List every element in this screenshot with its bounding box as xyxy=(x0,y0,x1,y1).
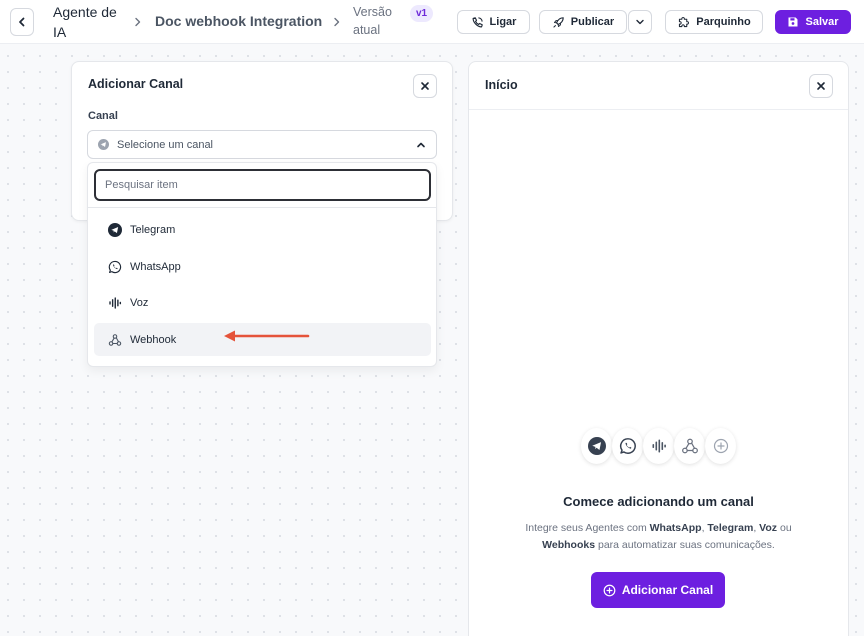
plus-circle-icon xyxy=(603,584,616,596)
top-bar: Agente de IA Doc webhook Integration Ver… xyxy=(0,0,864,44)
salvar-button-label: Salvar xyxy=(805,16,839,28)
chevron-up-icon xyxy=(417,142,425,148)
add-channel-button[interactable]: Adicionar Canal xyxy=(591,572,725,608)
add-channel-title: Adicionar Canal xyxy=(88,77,184,91)
add-channel-button-label: Adicionar Canal xyxy=(621,583,714,597)
empty-state-description: Integre seus Agentes com WhatsApp, Teleg… xyxy=(518,520,799,554)
dropdown-item-label: Webhook xyxy=(130,333,177,346)
channel-icons-row xyxy=(577,426,740,466)
webhook-icon xyxy=(108,333,122,346)
publicar-button-label: Publicar xyxy=(570,16,615,28)
publicar-options-button[interactable] xyxy=(628,10,652,34)
dropdown-item-telegram[interactable]: Telegram xyxy=(94,213,431,246)
close-start-panel-button[interactable] xyxy=(809,74,833,98)
parquinho-button[interactable]: Parquinho xyxy=(665,10,763,34)
version-badge[interactable]: v1 xyxy=(410,5,433,22)
whatsapp-icon xyxy=(612,428,643,464)
dropdown-divider xyxy=(88,207,436,208)
desc-text: para automatizar suas comunicações. xyxy=(595,539,775,551)
chevron-right-icon xyxy=(135,17,141,27)
back-button[interactable] xyxy=(10,8,34,36)
chevron-down-icon xyxy=(636,19,644,25)
dropdown-item-label: Voz xyxy=(130,296,149,309)
puzzle-icon xyxy=(679,16,690,27)
close-add-channel-button[interactable] xyxy=(413,74,437,98)
save-icon xyxy=(788,17,798,27)
channel-select-placeholder: Selecione um canal xyxy=(117,139,214,151)
dropdown-item-whatsapp[interactable]: WhatsApp xyxy=(94,250,431,283)
chevron-right-icon xyxy=(334,17,340,27)
desc-text: Integre seus Agentes com xyxy=(525,522,650,534)
voice-wave-icon xyxy=(109,296,122,309)
annotation-arrow-icon xyxy=(224,330,310,342)
telegram-icon xyxy=(108,222,122,237)
desc-telegram: Telegram xyxy=(707,522,754,534)
desc-text: ou xyxy=(777,522,792,534)
start-panel-header: Início xyxy=(469,62,848,110)
version-label: Versão atual xyxy=(353,5,392,37)
parquinho-button-label: Parquinho xyxy=(696,16,751,28)
channel-select[interactable]: Selecione um canal xyxy=(87,130,437,159)
ligar-button-label: Ligar xyxy=(489,16,517,28)
telegram-icon xyxy=(98,139,109,150)
whatsapp-icon xyxy=(108,260,122,273)
breadcrumb-agent[interactable]: Agente de IA xyxy=(53,2,117,42)
close-icon xyxy=(817,82,825,90)
breadcrumb-doc-title[interactable]: Doc webhook Integration xyxy=(155,13,322,29)
ligar-button[interactable]: Ligar xyxy=(457,10,530,34)
voice-wave-icon xyxy=(643,428,674,464)
phone-call-icon xyxy=(472,16,483,27)
rocket-icon xyxy=(553,16,564,28)
dropdown-item-voz[interactable]: Voz xyxy=(94,286,431,319)
chevron-left-icon xyxy=(19,17,25,27)
channel-field-label: Canal xyxy=(88,110,118,122)
webhook-icon xyxy=(674,428,705,464)
dropdown-search-input[interactable] xyxy=(94,169,431,201)
desc-voz: Voz xyxy=(759,522,778,534)
desc-webhooks: Webhooks xyxy=(542,539,596,551)
empty-state-title: Comece adicionando um canal xyxy=(563,494,754,509)
plus-circle-icon xyxy=(705,428,736,464)
telegram-icon xyxy=(581,428,612,464)
start-panel-title: Início xyxy=(485,78,518,92)
salvar-button[interactable]: Salvar xyxy=(775,10,851,34)
desc-whatsapp: WhatsApp xyxy=(649,522,702,534)
close-icon xyxy=(421,82,429,90)
dropdown-item-label: WhatsApp xyxy=(130,260,181,273)
publicar-button[interactable]: Publicar xyxy=(539,10,627,34)
dropdown-item-label: Telegram xyxy=(130,223,176,236)
